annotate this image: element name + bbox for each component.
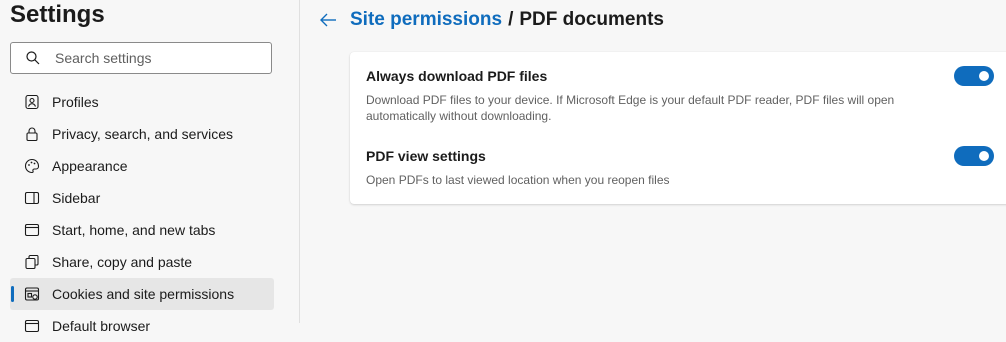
sidebar-nav: Profiles Privacy, search, and services A…	[10, 86, 274, 342]
toggle-knob	[979, 71, 989, 81]
cookies-icon	[24, 286, 40, 302]
sidebar-item-label: Cookies and site permissions	[52, 286, 235, 302]
sidebar-item-cookies[interactable]: Cookies and site permissions	[10, 278, 274, 310]
setting-title: Always download PDF files	[366, 68, 548, 84]
sidebar-icon	[24, 190, 40, 206]
sidebar-item-label: Sidebar	[52, 190, 101, 206]
sidebar-item-profiles[interactable]: Profiles	[10, 86, 274, 118]
setting-description: Open PDFs to last viewed location when y…	[366, 173, 670, 187]
back-arrow-icon[interactable]	[318, 10, 338, 30]
profile-icon	[24, 94, 40, 110]
sidebar-item-label: Privacy, search, and services	[52, 126, 234, 142]
lock-icon	[24, 126, 40, 142]
home-tabs-icon	[24, 222, 40, 238]
setting-always-download: Always download PDF files Download PDF f…	[366, 66, 994, 124]
sidebar-item-label: Share, copy and paste	[52, 254, 193, 270]
sidebar-item-share[interactable]: Share, copy and paste	[10, 246, 274, 278]
share-icon	[24, 254, 40, 270]
setting-pdf-view: PDF view settings Open PDFs to last view…	[366, 146, 994, 188]
breadcrumb: Site permissions / PDF documents	[318, 6, 664, 34]
search-box[interactable]	[10, 42, 272, 74]
breadcrumb-site-permissions-link[interactable]: Site permissions	[350, 9, 502, 31]
palette-icon	[24, 158, 40, 174]
sidebar-item-privacy[interactable]: Privacy, search, and services	[10, 118, 274, 150]
sidebar-item-label: Appearance	[52, 158, 128, 174]
sidebar-item-start-home[interactable]: Start, home, and new tabs	[10, 214, 274, 246]
search-input[interactable]	[55, 43, 265, 73]
setting-title: PDF view settings	[366, 148, 486, 164]
browser-icon	[24, 318, 40, 334]
sidebar-item-sidebar[interactable]: Sidebar	[10, 182, 274, 214]
settings-sidebar: Settings Profiles Privacy, search, and s…	[0, 0, 300, 334]
sidebar-item-appearance[interactable]: Appearance	[10, 150, 274, 182]
breadcrumb-current: PDF documents	[519, 9, 664, 30]
pdf-view-toggle[interactable]	[954, 146, 994, 166]
setting-description: Download PDF files to your device. If Mi…	[366, 93, 895, 123]
search-icon	[26, 51, 40, 65]
sidebar-item-label: Start, home, and new tabs	[52, 222, 216, 238]
active-indicator	[11, 286, 14, 302]
sidebar-item-default-browser[interactable]: Default browser	[10, 310, 274, 342]
main-content: Site permissions / PDF documents Always …	[300, 0, 1006, 323]
page-title: Settings	[10, 1, 105, 28]
toggle-knob	[979, 151, 989, 161]
breadcrumb-separator: /	[508, 9, 514, 30]
sidebar-item-label: Default browser	[52, 318, 151, 334]
always-download-toggle[interactable]	[954, 66, 994, 86]
pdf-settings-card: Always download PDF files Download PDF f…	[350, 52, 1006, 204]
sidebar-item-label: Profiles	[52, 94, 99, 110]
